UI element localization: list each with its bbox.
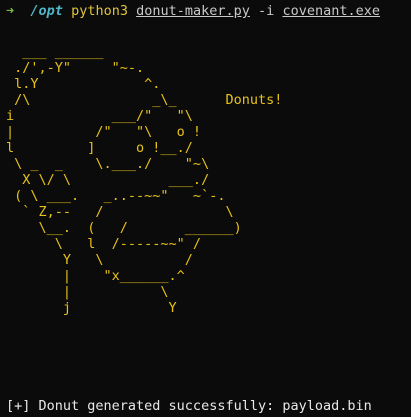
success-status-message: [+] Donut generated successfully: payloa… bbox=[6, 398, 372, 414]
terminal-window[interactable]: ➜ /opt python3 donut-maker.py -i covenan… bbox=[0, 0, 411, 417]
script-filename: donut-maker.py bbox=[136, 3, 250, 19]
input-flag: -i bbox=[258, 3, 275, 19]
prompt-arrow-icon: ➜ bbox=[6, 3, 15, 19]
donut-ascii-art: ___ ______ ./',-Y" "~-. l.Y ^. /\ _\_ Do… bbox=[6, 44, 283, 316]
current-directory: /opt bbox=[30, 3, 63, 19]
command-name: python3 bbox=[71, 3, 128, 19]
input-filename: covenant.exe bbox=[282, 3, 380, 19]
command-prompt-line: ➜ /opt python3 donut-maker.py -i covenan… bbox=[6, 3, 405, 21]
